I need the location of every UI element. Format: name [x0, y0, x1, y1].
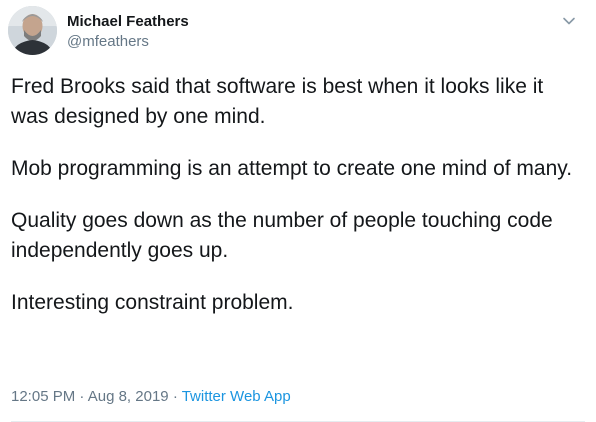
tweet-source-link[interactable]: Twitter Web App: [182, 388, 291, 405]
author-info: Michael Feathers @mfeathers: [67, 13, 189, 51]
tweet-date-link[interactable]: Aug 8, 2019: [88, 388, 169, 405]
tweet-paragraph: Mob programming is an attempt to create …: [11, 157, 573, 180]
tweet-paragraph: Quality goes down as the number of peopl…: [11, 209, 553, 262]
tweet-time: 12:05 PM: [11, 388, 76, 405]
tweet-card: Michael Feathers @mfeathers Fred Brooks …: [0, 0, 596, 422]
avatar[interactable]: [8, 6, 57, 55]
meta-separator: ·: [79, 388, 85, 405]
tweet-date: Aug 8, 2019: [87, 388, 169, 405]
meta-separator: ·: [172, 388, 178, 405]
tweet-paragraph: Interesting constraint problem.: [11, 291, 294, 314]
tweet-meta: 12:05 PM · Aug 8, 2019 · Twitter Web App: [11, 388, 291, 406]
tweet-time-link[interactable]: 12:05 PM: [11, 388, 75, 405]
avatar-image: [8, 6, 57, 55]
tweet-paragraph: Fred Brooks said that software is best w…: [11, 75, 544, 128]
chevron-down-icon[interactable]: [560, 12, 578, 30]
author-display-name[interactable]: Michael Feathers: [67, 13, 189, 31]
author-handle[interactable]: @mfeathers: [67, 33, 189, 51]
tweet-text: Fred Brooks said that software is best w…: [11, 72, 586, 340]
